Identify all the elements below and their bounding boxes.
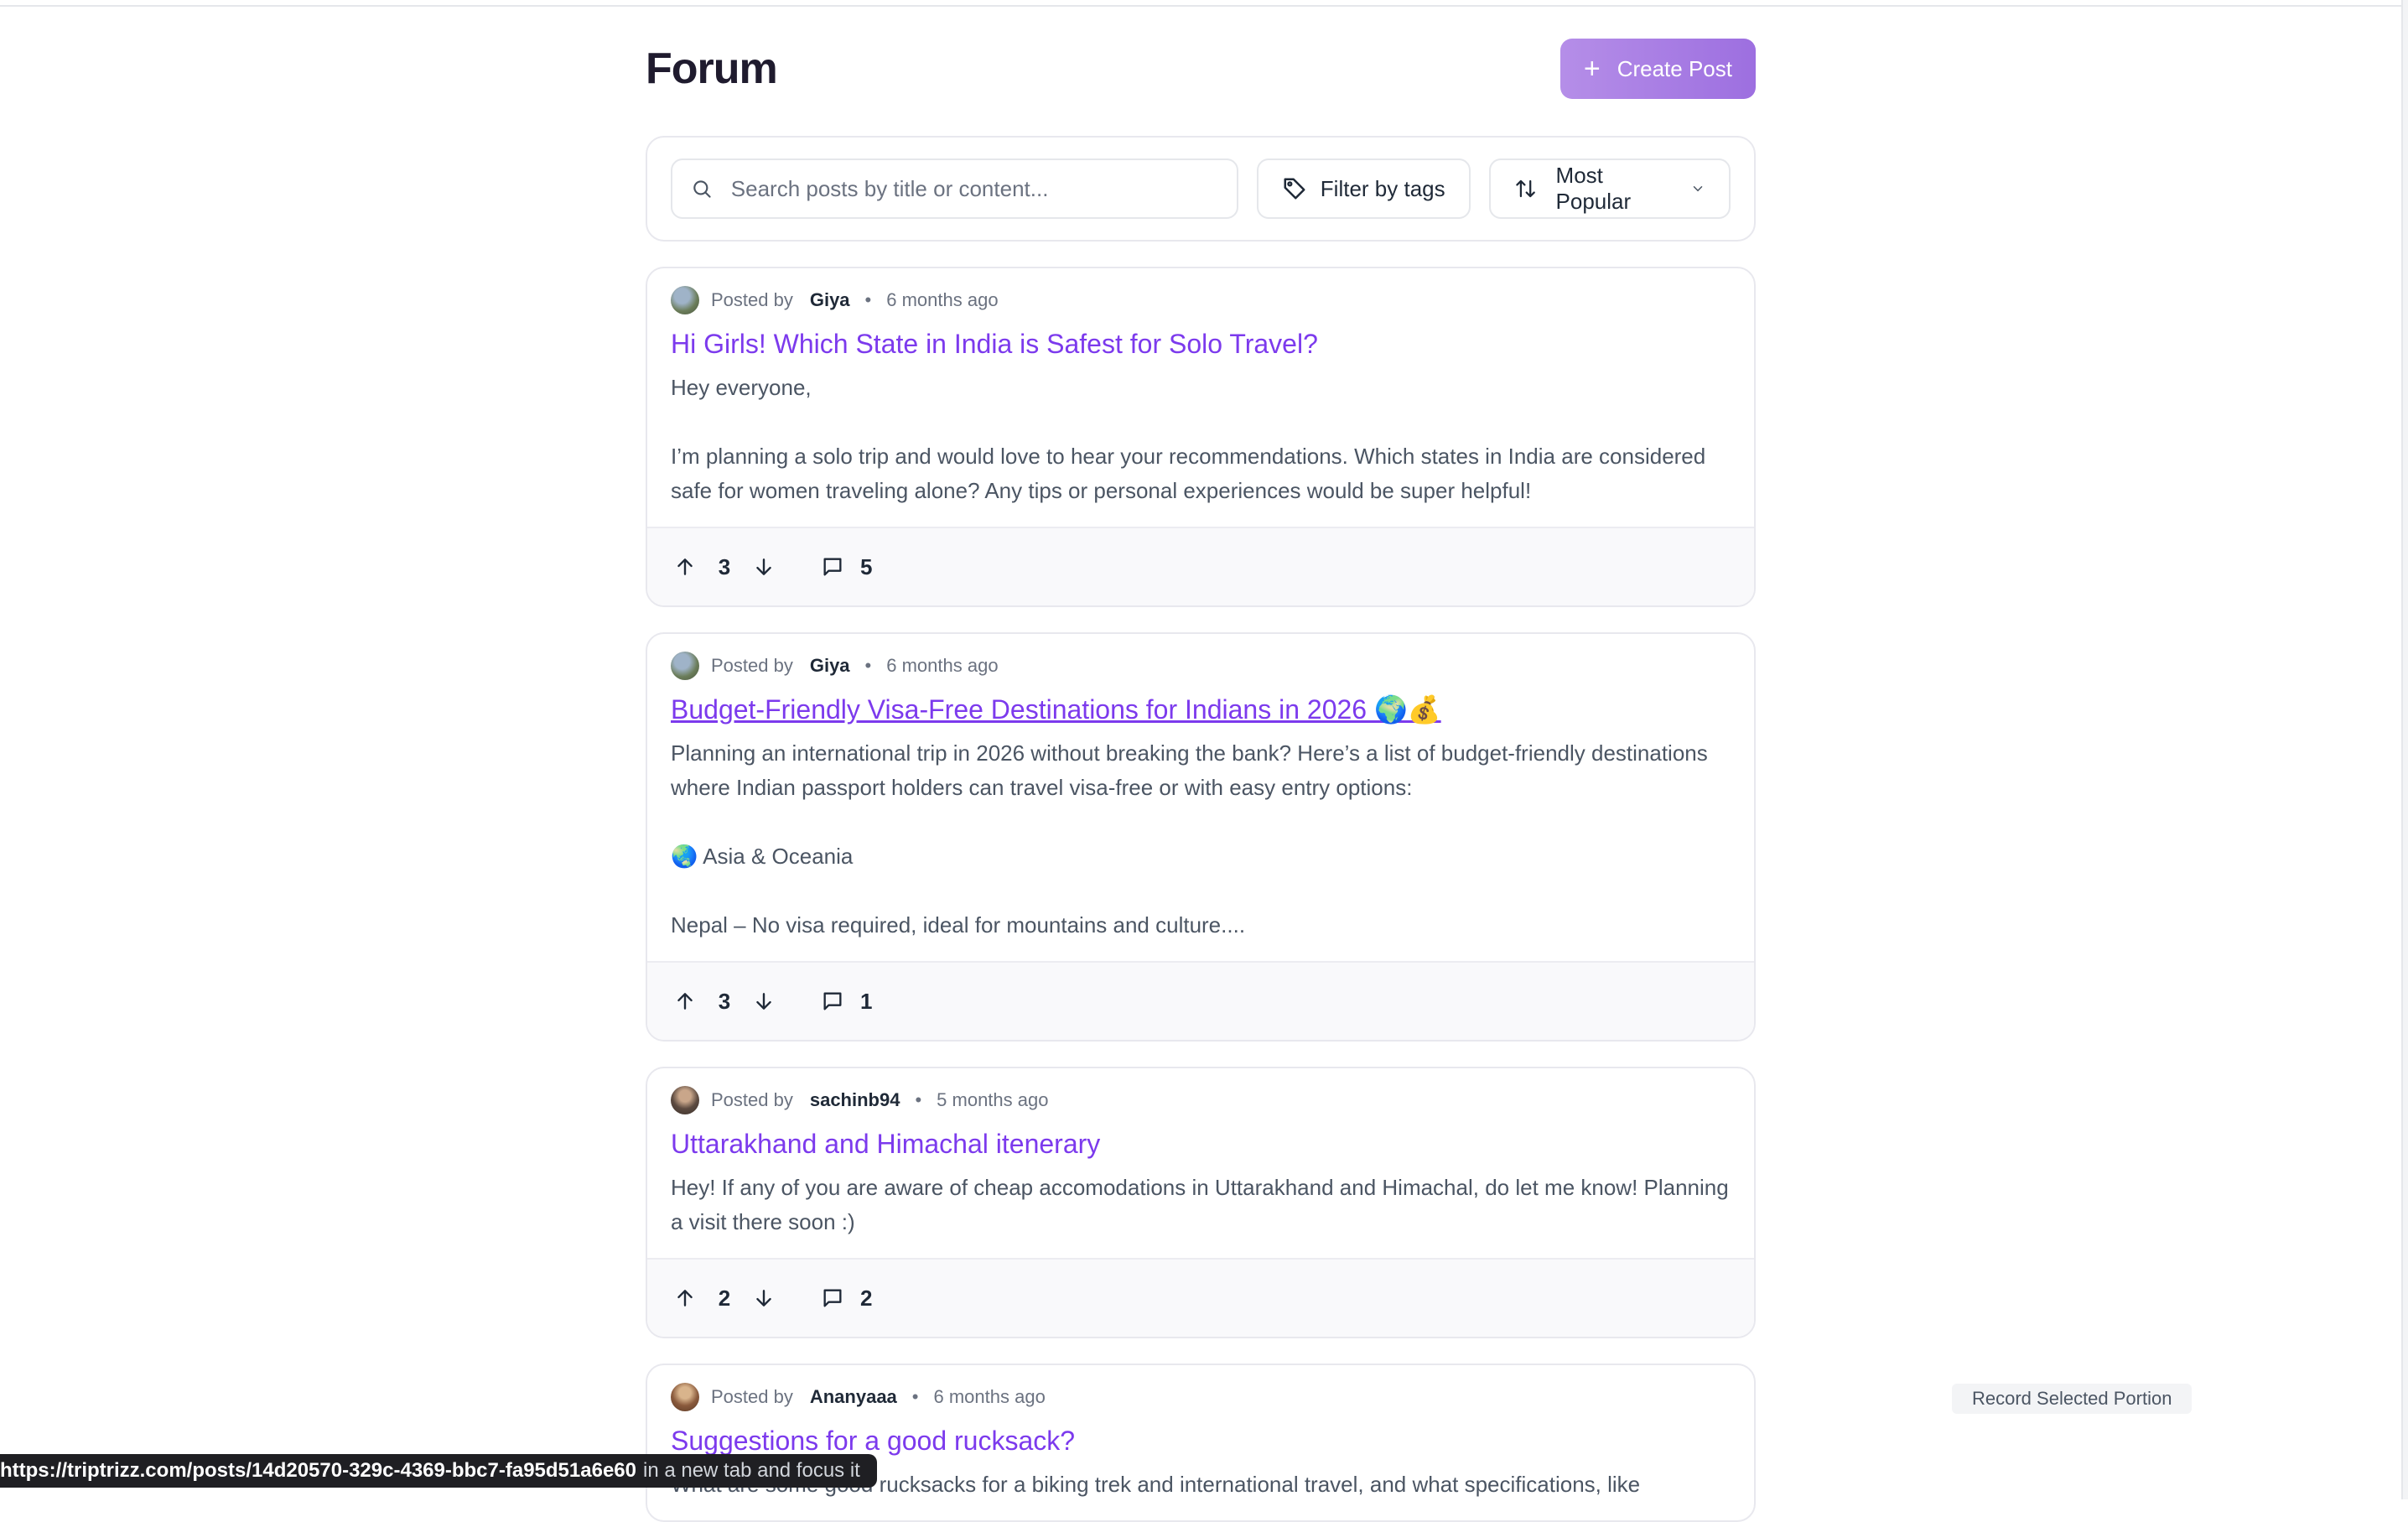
arrow-up-icon — [677, 558, 693, 575]
upvote-button[interactable] — [664, 546, 706, 588]
post-time: 6 months ago — [886, 655, 999, 676]
post-excerpt: Hey! If any of you are aware of cheap ac… — [671, 1175, 1729, 1234]
author-name[interactable]: Giya — [810, 655, 850, 677]
filter-label: Filter by tags — [1320, 175, 1445, 201]
post-card[interactable]: Posted by Ananyaaa • 6 months ago Sugges… — [646, 1364, 1756, 1522]
forum-container: Forum + Create Post Filter by tags Most … — [646, 39, 1756, 1522]
avatar[interactable] — [671, 1383, 699, 1411]
post-meta: Posted by Giya • 6 months ago — [671, 651, 1731, 681]
vote-count: 3 — [718, 988, 731, 1014]
sort-arrows-icon — [1516, 179, 1536, 198]
vote-count: 3 — [718, 553, 731, 579]
scrollbar[interactable] — [2401, 0, 2408, 1499]
post-excerpt: Planning an international trip in 2026 w… — [671, 740, 1708, 938]
author-name[interactable]: Ananyaaa — [810, 1386, 897, 1408]
upvote-button[interactable] — [664, 1277, 706, 1319]
vote-count: 2 — [718, 1285, 731, 1311]
comments-button[interactable] — [812, 1277, 854, 1319]
top-divider — [0, 0, 2408, 7]
create-post-label: Create Post — [1617, 55, 1732, 81]
separator-dot: • — [864, 655, 872, 676]
post-meta: Posted by Giya • 6 months ago — [671, 285, 1731, 315]
downvote-button[interactable] — [743, 1277, 785, 1319]
separator-dot: • — [864, 289, 872, 310]
arrow-down-icon — [756, 558, 771, 575]
post-actions: 3 1 — [647, 961, 1754, 1040]
create-post-button[interactable]: + Create Post — [1559, 39, 1756, 99]
tag-icon — [1284, 178, 1305, 200]
post-actions: 2 2 — [647, 1258, 1754, 1337]
sort-select[interactable]: Most Popular — [1489, 158, 1731, 219]
post-title-link[interactable]: Uttarakhand and Himachal itenerary — [671, 1127, 1731, 1161]
post-excerpt: Hey everyone, I’m planning a solo trip a… — [671, 375, 1706, 503]
plus-icon: + — [1583, 53, 1601, 85]
search-icon — [693, 180, 711, 198]
search-toolbar: Filter by tags Most Popular — [646, 136, 1756, 242]
status-url: https://triptrizz.com/posts/14d20570-329… — [0, 1459, 636, 1482]
avatar[interactable] — [671, 1086, 699, 1114]
posted-by-label: Posted by — [711, 1386, 793, 1407]
post-time: 6 months ago — [933, 1386, 1046, 1407]
posted-by-label: Posted by — [711, 655, 793, 676]
post-time: 6 months ago — [886, 289, 999, 310]
comment-icon — [823, 558, 842, 576]
status-action: in a new tab and focus it — [643, 1459, 860, 1482]
author-name[interactable]: Giya — [810, 289, 850, 311]
avatar[interactable] — [671, 652, 699, 680]
record-selected-portion-button[interactable]: Record Selected Portion — [1952, 1384, 2193, 1414]
chevron-down-icon — [1693, 185, 1703, 192]
comment-count: 5 — [860, 553, 873, 579]
post-time: 5 months ago — [937, 1089, 1049, 1110]
filter-by-tags-button[interactable]: Filter by tags — [1256, 158, 1471, 219]
post-card[interactable]: Posted by sachinb94 • 5 months ago Uttar… — [646, 1067, 1756, 1338]
post-meta: Posted by sachinb94 • 5 months ago — [671, 1085, 1731, 1115]
comment-count: 2 — [860, 1285, 873, 1311]
post-card[interactable]: Posted by Giya • 6 months ago Hi Girls! … — [646, 267, 1756, 607]
comments-button[interactable] — [812, 980, 854, 1022]
separator-dot: • — [915, 1089, 922, 1110]
avatar[interactable] — [671, 286, 699, 314]
arrow-up-icon — [677, 993, 693, 1010]
comments-button[interactable] — [812, 546, 854, 588]
downvote-button[interactable] — [743, 546, 785, 588]
arrow-down-icon — [756, 993, 771, 1010]
arrow-down-icon — [756, 1290, 771, 1306]
author-name[interactable]: sachinb94 — [810, 1089, 900, 1111]
post-meta: Posted by Ananyaaa • 6 months ago — [671, 1382, 1731, 1412]
sort-label: Most Popular — [1555, 163, 1632, 214]
downvote-button[interactable] — [743, 980, 785, 1022]
upvote-button[interactable] — [664, 980, 706, 1022]
posted-by-label: Posted by — [711, 1089, 793, 1110]
arrow-up-icon — [677, 1290, 693, 1306]
page-header: Forum + Create Post — [646, 39, 1756, 99]
post-actions: 3 5 — [647, 527, 1754, 605]
post-title-link[interactable]: Hi Girls! Which State in India is Safest… — [671, 327, 1731, 361]
post-title-link[interactable]: Budget-Friendly Visa-Free Destinations f… — [671, 693, 1731, 726]
comment-count: 1 — [860, 988, 873, 1014]
comment-icon — [823, 992, 842, 1010]
posted-by-label: Posted by — [711, 289, 793, 310]
comment-icon — [823, 1289, 842, 1307]
page-title: Forum — [646, 44, 778, 93]
link-status-bar: https://triptrizz.com/posts/14d20570-329… — [0, 1454, 877, 1488]
post-title-link[interactable]: Suggestions for a good rucksack? — [671, 1424, 1731, 1457]
search-box[interactable] — [671, 158, 1238, 219]
separator-dot: • — [911, 1386, 919, 1407]
post-card[interactable]: Posted by Giya • 6 months ago Budget-Fri… — [646, 632, 1756, 1042]
search-input[interactable] — [729, 174, 1218, 203]
